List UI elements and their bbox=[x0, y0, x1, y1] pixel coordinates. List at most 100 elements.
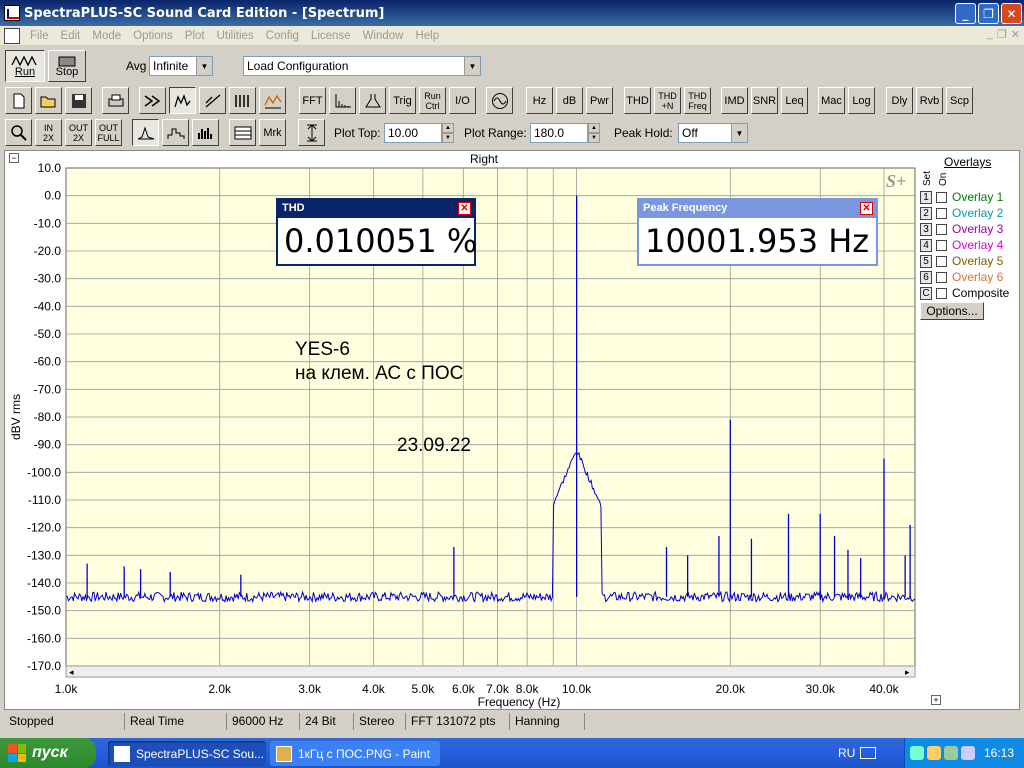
x-tick-label: 2.0k bbox=[208, 682, 232, 696]
overlay-checkbox[interactable] bbox=[936, 239, 947, 251]
x-tick-label: 30.0k bbox=[806, 682, 836, 696]
expand-icon[interactable]: + bbox=[931, 695, 941, 705]
overlay-options-button[interactable]: Options... bbox=[920, 302, 984, 320]
thd-meter[interactable]: THD ✕ 0.010051 % bbox=[276, 198, 477, 266]
x-tick-label: 3.0k bbox=[298, 682, 322, 696]
x-tick-label: 40.0k bbox=[869, 682, 899, 696]
overlay-label: Overlay 3 bbox=[952, 222, 1004, 236]
y-tick-label: -40.0 bbox=[34, 299, 62, 313]
x-tick-label: 4.0k bbox=[362, 682, 386, 696]
watermark-logo: S+ bbox=[886, 171, 906, 191]
task-spectraplus[interactable]: SpectraPLUS-SC Sou... bbox=[108, 741, 266, 766]
peak-frequency-value: 10001.953 Hz bbox=[645, 222, 870, 260]
spectrum-plot[interactable]: 10.0 0.0 -10.0 -20.0 -30.0 -40.0 -50.0 -60.0 -70… bbox=[0, 0, 1024, 768]
y-tick-label: -60.0 bbox=[34, 355, 62, 369]
annotation-date: 23.09.22 bbox=[397, 435, 471, 456]
y-tick-label: -30.0 bbox=[34, 272, 62, 286]
overlay-label: Composite bbox=[952, 286, 1010, 300]
overlay-row: 2 Overlay 2 bbox=[920, 205, 1003, 221]
x-axis-label: Frequency (Hz) bbox=[478, 695, 561, 709]
y-tick-label: -140.0 bbox=[27, 576, 61, 590]
x-tick-label: 20.0k bbox=[716, 682, 746, 696]
overlay-row: 4 Overlay 4 bbox=[920, 237, 1003, 253]
peak-frequency-title: Peak Frequency bbox=[643, 202, 728, 214]
status-window: Hanning bbox=[509, 713, 565, 730]
overlay-set-button[interactable]: 3 bbox=[920, 222, 932, 236]
update-icon[interactable] bbox=[960, 746, 975, 760]
x-tick-label: 8.0k bbox=[516, 682, 540, 696]
overlays-header: Overlays bbox=[944, 155, 992, 169]
y-tick-label: -120.0 bbox=[27, 521, 61, 535]
status-channels: Stereo bbox=[353, 713, 399, 730]
overlay-checkbox[interactable] bbox=[936, 255, 947, 267]
status-bit-depth: 24 Bit bbox=[299, 713, 341, 730]
overlay-checkbox[interactable] bbox=[936, 191, 947, 203]
security-icon[interactable] bbox=[943, 746, 958, 760]
network-icon[interactable] bbox=[909, 746, 924, 760]
annotation-title: YES-6 bbox=[295, 339, 350, 360]
close-icon[interactable]: ✕ bbox=[860, 202, 873, 215]
scroll-right-icon[interactable]: ▸ bbox=[905, 667, 910, 677]
status-sample-rate: 96000 Hz bbox=[226, 713, 288, 730]
close-icon[interactable]: ✕ bbox=[458, 202, 471, 215]
overlay-checkbox[interactable] bbox=[936, 271, 947, 283]
overlay-row: 5 Overlay 5 bbox=[920, 253, 1003, 269]
overlay-set-button[interactable]: 1 bbox=[920, 190, 932, 204]
system-tray: 16:13 bbox=[904, 738, 1024, 768]
start-button[interactable]: пуск bbox=[0, 738, 96, 768]
x-tick-label: 5.0k bbox=[412, 682, 436, 696]
y-tick-label: 0.0 bbox=[44, 189, 61, 203]
y-tick-label: 10.0 bbox=[38, 161, 62, 175]
y-tick-label: -20.0 bbox=[34, 244, 62, 258]
overlay-set-button[interactable]: 5 bbox=[920, 254, 932, 268]
overlay-label: Overlay 1 bbox=[952, 190, 1004, 204]
x-tick-label: 6.0k bbox=[452, 682, 476, 696]
keyboard-icon[interactable] bbox=[860, 747, 876, 759]
y-tick-label: -80.0 bbox=[34, 410, 62, 424]
overlay-label: Overlay 6 bbox=[952, 270, 1004, 284]
windows-logo-icon bbox=[8, 744, 26, 762]
overlay-label: Overlay 2 bbox=[952, 206, 1004, 220]
thd-meter-title: THD bbox=[282, 202, 305, 214]
horizontal-scrollbar[interactable] bbox=[65, 665, 916, 678]
x-tick-label: 10.0k bbox=[562, 682, 592, 696]
overlay-row: C Composite bbox=[920, 285, 1009, 301]
task-paint[interactable]: 1кГц с ПОС.PNG - Paint bbox=[270, 741, 440, 766]
overlay-checkbox[interactable] bbox=[936, 287, 947, 299]
start-label: пуск bbox=[32, 744, 68, 761]
overlay-checkbox[interactable] bbox=[936, 207, 947, 219]
y-tick-label: -10.0 bbox=[34, 216, 62, 230]
annotation-subtitle: на клем. АС с ПОС bbox=[295, 363, 464, 384]
task-paint-label: 1кГц с ПОС.PNG - Paint bbox=[298, 746, 430, 761]
y-tick-label: -150.0 bbox=[27, 604, 61, 618]
scroll-left-icon[interactable]: ◂ bbox=[69, 667, 74, 677]
overlay-set-button[interactable]: 6 bbox=[920, 270, 932, 284]
paint-icon bbox=[276, 745, 292, 762]
overlay-label: Overlay 4 bbox=[952, 238, 1004, 252]
overlay-set-button[interactable]: 2 bbox=[920, 206, 932, 220]
x-tick-label: 7.0k bbox=[486, 682, 510, 696]
y-tick-label: -90.0 bbox=[34, 438, 62, 452]
peak-frequency-meter[interactable]: Peak Frequency ✕ 10001.953 Hz bbox=[637, 198, 878, 266]
x-tick-label: 1.0k bbox=[55, 682, 79, 696]
y-tick-label: -160.0 bbox=[27, 631, 61, 645]
y-tick-label: -100.0 bbox=[27, 465, 61, 479]
set-column-label: Set bbox=[922, 170, 933, 186]
on-column-label: On bbox=[938, 172, 949, 186]
overlay-row: 6 Overlay 6 bbox=[920, 269, 1003, 285]
overlay-set-button[interactable]: C bbox=[920, 286, 932, 300]
language-indicator[interactable]: RU bbox=[838, 746, 855, 760]
taskbar: пуск SpectraPLUS-SC Sou... 1кГц с ПОС.PN… bbox=[0, 738, 1024, 768]
status-spare bbox=[584, 713, 1014, 730]
volume-icon[interactable] bbox=[926, 746, 941, 760]
clock: 16:13 bbox=[983, 746, 1014, 760]
y-axis-label: dBV rms bbox=[9, 394, 23, 440]
task-spectraplus-label: SpectraPLUS-SC Sou... bbox=[136, 746, 265, 761]
y-tick-label: -130.0 bbox=[27, 548, 61, 562]
overlay-set-button[interactable]: 4 bbox=[920, 238, 932, 252]
spectraplus-icon bbox=[114, 745, 130, 762]
overlay-label: Overlay 5 bbox=[952, 254, 1004, 268]
y-tick-label: -170.0 bbox=[27, 659, 61, 673]
y-tick-label: -50.0 bbox=[34, 327, 62, 341]
overlay-checkbox[interactable] bbox=[936, 223, 947, 235]
